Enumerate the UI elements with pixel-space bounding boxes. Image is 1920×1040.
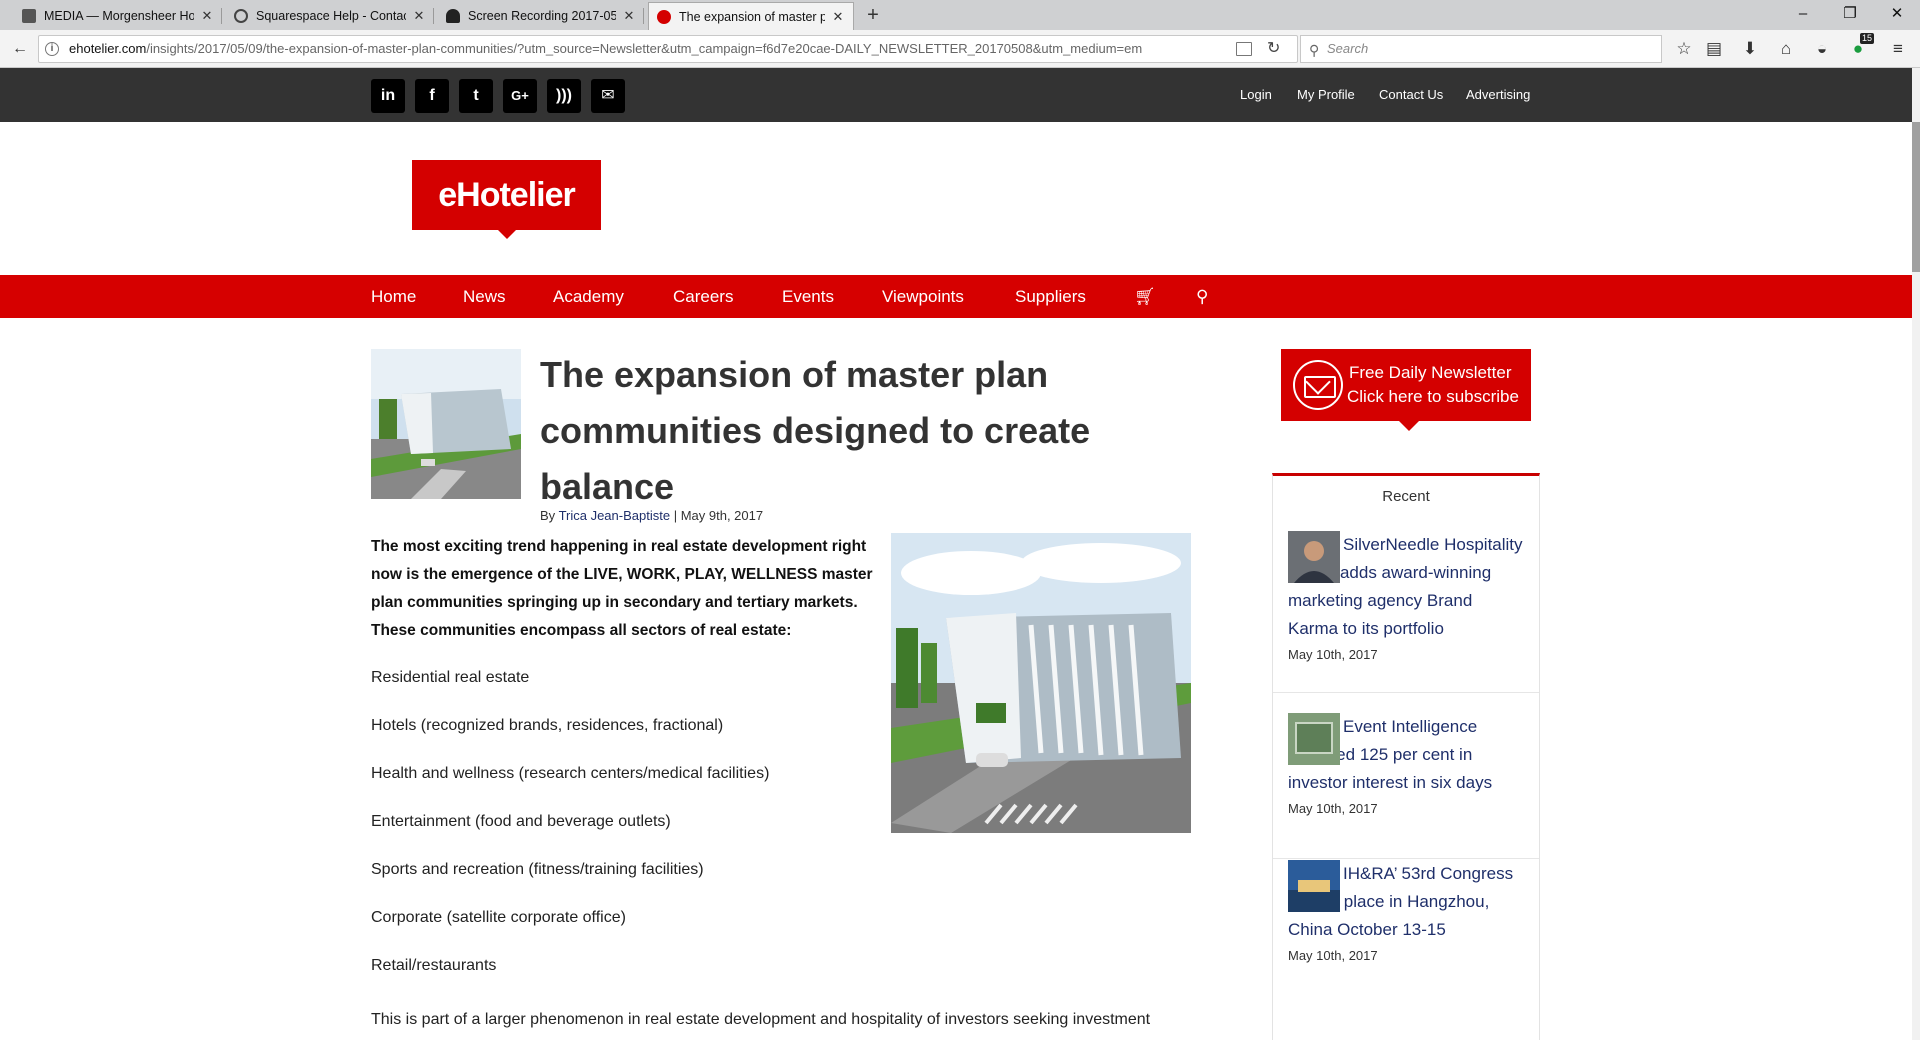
bookmark-star-icon[interactable]: ☆ (1670, 35, 1698, 63)
ehotelier-logo[interactable]: eHotelier (412, 160, 601, 239)
nav-news[interactable]: News (463, 287, 506, 307)
browser-tab[interactable]: Squarespace Help - Contact ✕ (226, 2, 434, 30)
main-navigation: Home News Academy Careers Events Viewpoi… (0, 275, 1912, 318)
tab-label: Squarespace Help - Contact (256, 9, 406, 23)
recent-posts-widget: Recent SilverNeedle Hospitality Group ad… (1272, 473, 1540, 1040)
nav-careers[interactable]: Careers (673, 287, 733, 307)
byline: By Trica Jean-Baptiste | May 9th, 2017 (540, 508, 763, 523)
my-profile-link[interactable]: My Profile (1297, 87, 1355, 102)
search-input[interactable]: ⚲ Search (1300, 35, 1662, 63)
article-paragraph: This is part of a larger phenomenon in r… (371, 1011, 1151, 1028)
browser-tab-bar: MEDIA — Morgensheer Hos ✕ Squarespace He… (0, 0, 1920, 30)
address-bar[interactable]: i ehotelier.com/insights/2017/05/09/the-… (38, 35, 1298, 63)
addon-icon[interactable]: ● 15 (1844, 33, 1875, 63)
twitter-icon[interactable]: t (459, 79, 493, 113)
recent-post-thumbnail (1288, 531, 1340, 583)
browser-tab[interactable]: MEDIA — Morgensheer Hos ✕ (14, 2, 222, 30)
article-title: The expansion of master plan communities… (540, 354, 1091, 507)
login-link[interactable]: Login (1240, 87, 1272, 102)
url-text: ehotelier.com/insights/2017/05/09/the-ex… (69, 41, 1143, 56)
contact-us-link[interactable]: Contact Us (1379, 87, 1443, 102)
tab-label: MEDIA — Morgensheer Hos (44, 9, 194, 23)
scrollbar-thumb[interactable] (1912, 122, 1920, 272)
author-link[interactable]: Trica Jean-Baptiste (559, 508, 671, 523)
article-lead: The most exciting trend happening in rea… (371, 538, 873, 639)
recent-post-date: May 10th, 2017 (1288, 948, 1378, 963)
recent-post[interactable]: SilverNeedle Hospitality Group adds awar… (1273, 531, 1539, 693)
by-label: By (540, 508, 556, 523)
nav-suppliers[interactable]: Suppliers (1015, 287, 1086, 307)
top-strip: in f t G+ ))) ✉ Login My Profile Contact… (0, 68, 1912, 122)
article-image (891, 533, 1191, 833)
video-file-icon (446, 9, 460, 23)
nav-home[interactable]: Home (371, 287, 416, 307)
home-icon[interactable]: ⌂ (1772, 35, 1800, 63)
nav-events[interactable]: Events (782, 287, 834, 307)
restore-icon[interactable]: ❐ (1827, 0, 1873, 30)
page-viewport: in f t G+ ))) ✉ Login My Profile Contact… (0, 68, 1920, 1040)
byline-separator: | (673, 508, 678, 523)
newsletter-subscribe-button[interactable]: Free Daily Newsletter Click here to subs… (1281, 349, 1531, 431)
reload-icon[interactable]: ↻ (1267, 36, 1280, 62)
list-item: Sports and recreation (fitness/training … (371, 861, 704, 878)
list-item: Corporate (satellite corporate office) (371, 909, 626, 926)
recent-title: Recent (1382, 488, 1430, 505)
article-date: May 9th, 2017 (680, 508, 764, 523)
info-icon[interactable]: i (45, 42, 59, 56)
browser-tab[interactable]: Screen Recording 2017-05-1 ✕ (438, 2, 644, 30)
nav-academy[interactable]: Academy (553, 287, 624, 307)
squarespace-icon (234, 9, 248, 23)
library-icon[interactable]: ▤ (1700, 35, 1728, 63)
search-icon[interactable]: ⚲ (1196, 287, 1208, 307)
reader-view-icon[interactable] (1236, 42, 1252, 56)
recent-post-thumbnail (1288, 860, 1340, 912)
advertising-link[interactable]: Advertising (1466, 87, 1530, 102)
list-item: Entertainment (food and beverage outlets… (371, 813, 671, 830)
browser-nav-bar: ← i ehotelier.com/insights/2017/05/09/th… (0, 30, 1920, 68)
ehotelier-favicon-icon (657, 9, 671, 24)
newsletter-line1: Free Daily Newsletter (1349, 363, 1512, 382)
article-thumbnail[interactable] (371, 349, 521, 499)
search-icon: ⚲ (1309, 42, 1320, 58)
close-window-icon[interactable]: ✕ (1874, 0, 1920, 30)
facebook-icon[interactable]: f (415, 79, 449, 113)
close-icon[interactable]: ✕ (412, 8, 426, 24)
pocket-icon[interactable]: ◒ (1808, 35, 1836, 63)
sector-list: Residential real estate Hotels (recogniz… (371, 666, 891, 1002)
download-icon[interactable]: ⬇ (1736, 35, 1764, 63)
tab-label: Screen Recording 2017-05-1 (468, 9, 616, 23)
nav-viewpoints[interactable]: Viewpoints (882, 287, 964, 307)
list-item: Hotels (recognized brands, residences, f… (371, 717, 724, 734)
shopping-cart-icon[interactable]: 🛒︎ (1134, 287, 1156, 307)
recent-post-date: May 10th, 2017 (1288, 647, 1378, 662)
back-arrow-icon[interactable]: ← (6, 35, 34, 63)
tab-label: The expansion of master pla (679, 9, 825, 24)
list-item: Retail/restaurants (371, 957, 497, 974)
recent-post-thumbnail (1288, 713, 1340, 765)
menu-hamburger-icon[interactable]: ≡ (1884, 35, 1912, 63)
cube-icon (22, 9, 36, 23)
new-tab-plus-icon[interactable]: + (862, 3, 884, 27)
addon-badge: 15 (1860, 33, 1875, 44)
list-item: Health and wellness (research centers/me… (371, 765, 770, 782)
envelope-icon (1293, 360, 1343, 410)
rss-icon[interactable]: ))) (547, 79, 581, 113)
newsletter-line2: Click here to subscribe (1347, 387, 1519, 406)
minimize-icon[interactable]: – (1780, 0, 1826, 30)
recent-post[interactable]: Event Intelligence collected 125 per cen… (1273, 713, 1539, 859)
mail-icon[interactable]: ✉ (591, 79, 625, 113)
close-icon[interactable]: ✕ (622, 8, 636, 24)
close-icon[interactable]: ✕ (831, 9, 845, 25)
recent-post-date: May 10th, 2017 (1288, 801, 1378, 816)
close-icon[interactable]: ✕ (200, 8, 214, 24)
linkedin-icon[interactable]: in (371, 79, 405, 113)
recent-post[interactable]: IH&RA’ 53rd Congress to take place in Ha… (1273, 860, 1539, 1030)
list-item: Residential real estate (371, 669, 530, 686)
google-plus-icon[interactable]: G+ (503, 79, 537, 113)
page-scrollbar[interactable] (1912, 68, 1920, 1040)
browser-tab-active[interactable]: The expansion of master pla ✕ (648, 2, 854, 30)
